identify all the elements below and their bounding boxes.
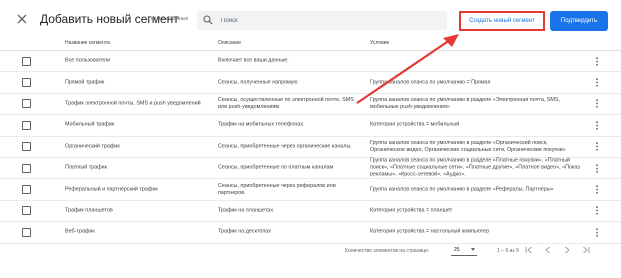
more-vert-icon[interactable]	[595, 185, 599, 194]
table-row[interactable]: Все пользователи Включает все ваши данные…	[0, 51, 621, 73]
row-checkbox[interactable]	[22, 227, 31, 237]
rows-per-page-label: Количество элементов на странице:	[345, 248, 430, 254]
segment-condition: Группа каналов сеанса по умолчанию в раз…	[370, 157, 580, 178]
segment-name: Трафик электронной почты, SMS и push уве…	[65, 100, 201, 107]
row-checkbox[interactable]	[22, 99, 31, 109]
pagination: Количество элементов на странице: 25 1 –…	[0, 240, 621, 260]
row-checkbox[interactable]	[22, 78, 31, 88]
column-header-condition[interactable]: Условие	[370, 40, 389, 46]
table-row[interactable]: Органический трафик Сеансы, приобретенные…	[0, 137, 621, 158]
segment-name: Веб-трафик	[65, 228, 95, 235]
row-checkbox[interactable]	[22, 56, 31, 66]
segment-condition: Категория устройства = планшет	[370, 207, 453, 214]
segments-table: Название сегмента Описание Условие Все п…	[0, 34, 621, 244]
segment-name: Органический трафик	[65, 143, 120, 150]
segment-name: Все пользователи	[65, 57, 111, 64]
segment-name: Прямой трафик	[65, 79, 105, 86]
search-box[interactable]	[197, 11, 447, 30]
row-checkbox[interactable]	[22, 120, 31, 130]
search-icon	[203, 15, 213, 25]
rows-per-page-value: 25	[454, 247, 460, 253]
segment-name: Трафик планшетов	[65, 207, 113, 214]
row-checkbox[interactable]	[22, 185, 31, 195]
segment-description: Трафик на планшетах.	[218, 207, 275, 214]
more-vert-icon[interactable]	[595, 78, 599, 87]
selection-count: 1 из 9 выбранных	[147, 16, 189, 22]
page-range: 1 – 9 из 9	[497, 248, 519, 254]
previous-page-icon[interactable]	[542, 244, 554, 256]
next-page-icon[interactable]	[561, 244, 573, 256]
segment-description: Сеансы, полученные напрямую.	[218, 79, 299, 86]
row-checkbox[interactable]	[22, 142, 31, 152]
segment-description: Сеансы, приобретенные через рефералов ил…	[218, 182, 336, 196]
more-vert-icon[interactable]	[595, 163, 599, 173]
table-row[interactable]: Мобильный трафик Трафик на мобильных теле…	[0, 115, 621, 137]
segment-name: Платный трафик	[65, 164, 107, 171]
dialog-header: Добавить новый сегмент 1 из 9 выбранных …	[0, 0, 621, 38]
segment-name: Мобильный трафик	[65, 121, 115, 128]
more-vert-icon[interactable]	[595, 206, 599, 216]
segment-condition: Группа каналов сеанса по умолчанию в раз…	[370, 186, 554, 193]
segment-name: Реферальный и партнерский трафик	[65, 186, 158, 193]
close-icon[interactable]	[16, 13, 28, 25]
table-row[interactable]: Прямой трафик Сеансы, полученные напрямую…	[0, 72, 621, 94]
table-header: Название сегмента Описание Условие	[0, 34, 621, 51]
caret-down-icon	[471, 248, 475, 251]
table-row[interactable]: Реферальный и партнерский трафик Сеансы, …	[0, 179, 621, 201]
search-input[interactable]	[221, 13, 441, 28]
table-row[interactable]: Трафик электронной почты, SMS и push уве…	[0, 94, 621, 116]
table-row[interactable]: Платный трафик Сеансы, приобретенные по п…	[0, 157, 621, 180]
segment-condition: Категория устройства = мобильный	[370, 121, 460, 128]
more-vert-icon[interactable]	[595, 228, 599, 237]
table-row[interactable]: Трафик планшетов Трафик на планшетах. Кате…	[0, 201, 621, 223]
first-page-icon[interactable]	[523, 244, 535, 256]
create-segment-button[interactable]: Создать новый сегмент	[459, 11, 545, 31]
last-page-icon[interactable]	[580, 244, 592, 256]
more-vert-icon[interactable]	[595, 99, 599, 109]
segment-condition: Категория устройства = настольный компью…	[370, 228, 490, 235]
segment-description: Трафик на десктопах	[218, 228, 272, 235]
column-header-name[interactable]: Название сегмента	[65, 40, 110, 46]
row-checkbox[interactable]	[22, 163, 31, 173]
segment-description: Включает все ваши данные.	[218, 57, 289, 64]
more-vert-icon[interactable]	[595, 56, 599, 66]
more-vert-icon[interactable]	[595, 142, 599, 151]
rows-per-page-select[interactable]: 25	[451, 243, 477, 256]
segment-condition: Группа каналов сеанса по умолчанию = Пря…	[370, 79, 491, 86]
row-checkbox[interactable]	[22, 206, 31, 216]
segment-description: Сеансы, приобретенные по платным каналам	[218, 164, 334, 171]
column-header-description[interactable]: Описание	[218, 40, 241, 46]
segment-condition: Группа каналов сеанса по умолчанию в раз…	[370, 139, 566, 153]
segment-description: Трафик на мобильных телефонах.	[218, 121, 305, 128]
segment-description: Сеансы, приобретенные через органические…	[218, 143, 352, 150]
segment-condition: Группа каналов сеанса по умолчанию в раз…	[370, 96, 560, 110]
confirm-button[interactable]: Подтвердить	[550, 11, 608, 31]
more-vert-icon[interactable]	[595, 121, 599, 130]
segment-description: Сеансы, осуществленные по электронной по…	[218, 96, 354, 110]
